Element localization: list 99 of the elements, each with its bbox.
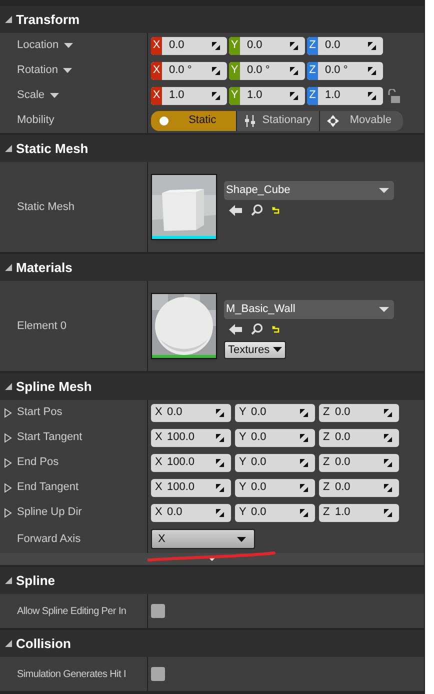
number-field[interactable]: Z 0.0 (307, 36, 383, 54)
number-field[interactable]: Z 0.0 (319, 404, 399, 422)
drag-handle-icon[interactable] (367, 90, 377, 100)
drag-handle-icon[interactable] (215, 482, 225, 492)
drag-handle-icon[interactable] (367, 40, 377, 50)
section-header[interactable]: Spline (0, 567, 424, 594)
property-label: Rotation (17, 63, 58, 78)
number-field[interactable]: Y 0.0 ° (229, 62, 305, 80)
back-arrow-icon[interactable] (229, 204, 242, 216)
number-field[interactable]: Y 0.0 (229, 36, 305, 54)
number-field[interactable]: X 0.0 ° (151, 62, 227, 80)
asset-combo[interactable]: Shape_Cube (224, 181, 394, 200)
drag-handle-icon[interactable] (211, 40, 221, 50)
back-arrow-icon[interactable] (229, 324, 242, 334)
property-label: Simulation Generates Hit I (17, 668, 126, 682)
drag-handle-icon[interactable] (383, 458, 393, 468)
section-header[interactable]: Static Mesh (0, 135, 424, 162)
property-label: Spline Up Dir (17, 505, 82, 520)
drag-handle-icon[interactable] (383, 408, 393, 418)
property-label: Scale (17, 88, 45, 104)
number-field[interactable]: X 100.0 (151, 478, 231, 496)
reset-arrow-icon[interactable] (272, 325, 280, 333)
search-icon[interactable] (251, 323, 263, 335)
section-header[interactable]: Transform (0, 6, 424, 33)
drag-handle-icon[interactable] (289, 40, 299, 50)
number-field[interactable]: X 0.0 (151, 36, 227, 54)
number-field[interactable]: X 0.0 (151, 404, 231, 422)
open-padlock-icon[interactable] (388, 88, 400, 102)
dropdown-caret-icon[interactable] (64, 42, 73, 48)
axis-dropdown[interactable]: X (151, 529, 255, 549)
collapsed-arrow-icon[interactable] (4, 482, 12, 492)
number-field[interactable]: Y 0.0 (235, 404, 315, 422)
mobility-option[interactable]: Static (151, 110, 236, 130)
textures-button[interactable]: Textures (224, 341, 286, 359)
property-label: Forward Axis (17, 532, 81, 547)
drag-handle-icon[interactable] (289, 90, 299, 100)
number-field[interactable]: Z 0.0 (319, 428, 399, 446)
drag-handle-icon[interactable] (383, 432, 393, 442)
drag-handle-icon[interactable] (215, 508, 225, 518)
drag-handle-icon[interactable] (383, 508, 393, 518)
dot-icon (157, 114, 171, 128)
number-field[interactable]: Y 0.0 (235, 454, 315, 472)
section-header[interactable]: Collision (0, 630, 424, 657)
drag-handle-icon[interactable] (215, 458, 225, 468)
checkbox[interactable] (151, 667, 165, 681)
number-field[interactable]: X 100.0 (151, 454, 231, 472)
collapsed-arrow-icon[interactable] (4, 458, 12, 468)
drag-handle-icon[interactable] (383, 482, 393, 492)
property-label: End Tangent (17, 480, 79, 496)
property-label: End Pos (17, 455, 59, 470)
dropdown-caret-icon[interactable] (50, 92, 59, 98)
mobility-option[interactable]: Stationary (236, 110, 320, 130)
search-icon[interactable] (251, 204, 263, 216)
checkbox[interactable] (151, 604, 165, 618)
number-field[interactable]: Z 1.0 (307, 86, 383, 104)
asset-combo[interactable]: M_Basic_Wall (224, 300, 394, 319)
number-field[interactable]: Y 0.0 (235, 504, 315, 522)
drag-handle-icon[interactable] (211, 66, 221, 76)
property-label: Start Tangent (17, 430, 82, 446)
move-arrows-icon (326, 114, 340, 128)
drag-handle-icon[interactable] (367, 66, 377, 76)
number-field[interactable]: Y 0.0 (235, 478, 315, 496)
drag-handle-icon[interactable] (215, 408, 225, 418)
property-label: Start Pos (17, 405, 62, 420)
number-field[interactable]: Z 0.0 ° (307, 62, 383, 80)
slider-icon (242, 114, 257, 128)
number-field[interactable]: Z 1.0 (319, 504, 399, 522)
drag-handle-icon[interactable] (299, 458, 309, 468)
drag-handle-icon[interactable] (215, 432, 225, 442)
drag-handle-icon[interactable] (299, 482, 309, 492)
number-field[interactable]: Z 0.0 (319, 454, 399, 472)
number-field[interactable]: X 1.0 (151, 86, 227, 104)
number-field[interactable]: Y 0.0 (235, 428, 315, 446)
drag-handle-icon[interactable] (299, 508, 309, 518)
drag-handle-icon[interactable] (289, 66, 299, 76)
collapsed-arrow-icon[interactable] (4, 508, 12, 518)
reset-arrow-icon[interactable] (272, 206, 280, 214)
mobility-option[interactable]: Movable (320, 110, 403, 130)
caret-icon (272, 347, 282, 353)
number-field[interactable]: X 0.0 (151, 504, 231, 522)
drag-handle-icon[interactable] (211, 90, 221, 100)
dropdown-caret-icon (379, 306, 389, 312)
number-field[interactable]: Y 1.0 (229, 86, 305, 104)
dropdown-caret-icon[interactable] (62, 68, 72, 74)
collapsed-arrow-icon[interactable] (4, 408, 12, 418)
dropdown-caret-icon (379, 188, 389, 194)
section-header[interactable]: Materials (0, 254, 424, 281)
property-label: Element 0 (17, 318, 67, 334)
property-label: Mobility (17, 113, 54, 128)
drag-handle-icon[interactable] (299, 432, 309, 442)
number-field[interactable]: X 100.0 (151, 428, 231, 446)
collapsed-arrow-icon[interactable] (4, 432, 12, 442)
property-label: Static Mesh (17, 200, 74, 215)
section-header[interactable]: Spline Mesh (0, 373, 424, 400)
property-label: Allow Spline Editing Per In (17, 604, 126, 618)
property-label: Location (17, 38, 59, 54)
number-field[interactable]: Z 0.0 (319, 478, 399, 496)
caret-icon (237, 536, 246, 542)
drag-handle-icon[interactable] (299, 408, 309, 418)
